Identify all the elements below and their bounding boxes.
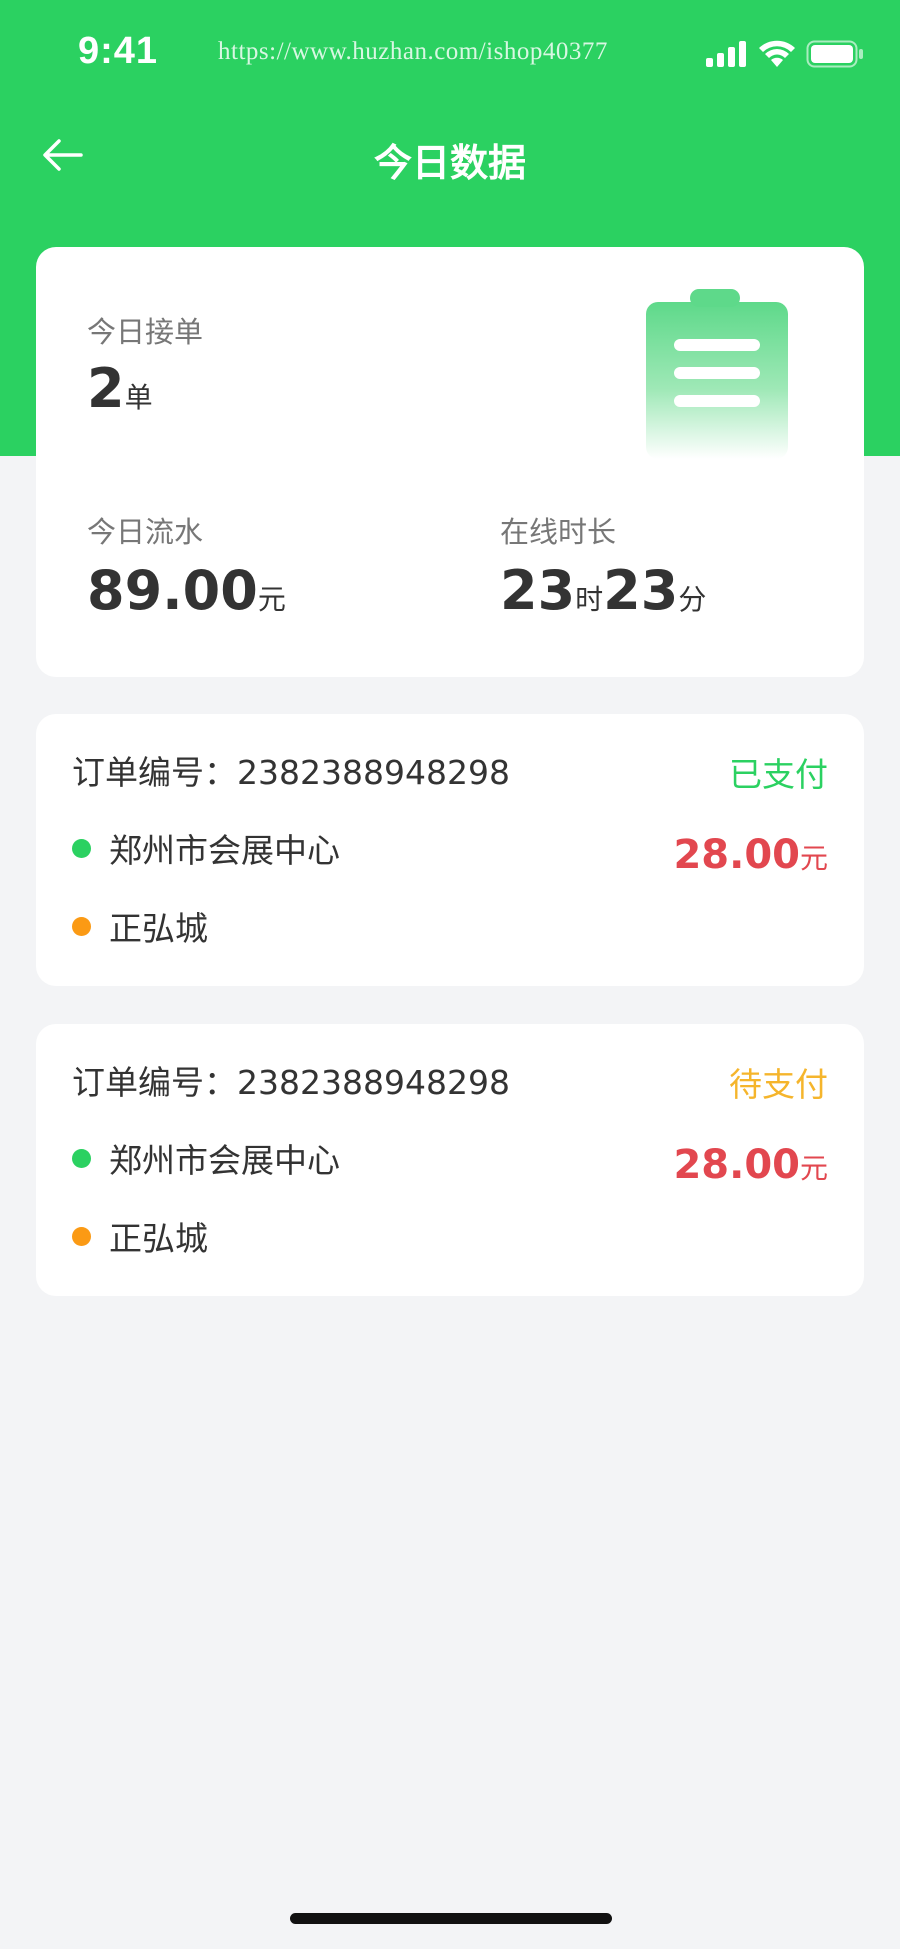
page-title: 今日数据: [373, 141, 526, 185]
order-to-address: 正弘城: [109, 1219, 208, 1258]
order-price: 28.00 元: [673, 1142, 828, 1188]
online-minutes-unit: 分: [678, 583, 707, 616]
orders-today-label: 今日接单: [87, 315, 204, 349]
to-dot-icon: [72, 916, 91, 936]
order-number-label: 订单编号：: [72, 753, 237, 792]
status-icons: [706, 38, 864, 70]
online-duration-label: 在线时长: [500, 515, 617, 549]
income-today-value: 89.00 元: [87, 559, 286, 622]
online-hours-unit: 时: [575, 583, 604, 616]
income-today-unit: 元: [257, 583, 286, 616]
home-indicator[interactable]: [290, 1913, 612, 1924]
order-status-badge: 已支付: [729, 755, 828, 794]
order-from-address: 郑州市会展中心: [109, 831, 340, 870]
order-card[interactable]: 订单编号：2382388948298 待支付 郑州市会展中心 正弘城 28.00…: [36, 1024, 864, 1296]
signal-icon: [706, 41, 746, 67]
order-to-address: 正弘城: [109, 909, 208, 948]
order-from-address: 郑州市会展中心: [109, 1141, 340, 1180]
status-time: 9:41: [78, 30, 159, 72]
online-hours: 23: [500, 559, 576, 622]
online-duration-value: 23 时 23 分: [500, 559, 706, 622]
order-price-amount: 28.00: [673, 1142, 800, 1188]
order-price-unit: 元: [799, 842, 828, 875]
from-dot-icon: [72, 838, 91, 858]
orders-today-unit: 单: [124, 381, 153, 414]
order-card[interactable]: 订单编号：2382388948298 已支付 郑州市会展中心 正弘城 28.00…: [36, 714, 864, 986]
orders-today-count: 2: [87, 357, 125, 420]
order-price-unit: 元: [799, 1152, 828, 1185]
order-from-row: 郑州市会展中心: [72, 824, 340, 872]
order-number-value: 2382388948298: [237, 753, 510, 792]
battery-icon: [806, 40, 863, 68]
order-price: 28.00 元: [673, 832, 828, 878]
order-to-row: 正弘城: [72, 902, 208, 950]
order-status-badge: 待支付: [729, 1065, 828, 1104]
to-dot-icon: [72, 1226, 91, 1246]
from-dot-icon: [72, 1148, 91, 1168]
status-url-watermark: https://www.huzhan.com/ishop40377: [218, 38, 608, 65]
order-price-amount: 28.00: [673, 832, 800, 878]
wifi-icon: [759, 40, 795, 67]
order-to-row: 正弘城: [72, 1212, 208, 1260]
income-today-label: 今日流水: [87, 515, 204, 549]
order-number-value: 2382388948298: [237, 1063, 510, 1102]
orders-today-value: 2 单: [87, 357, 153, 420]
order-from-row: 郑州市会展中心: [72, 1134, 340, 1182]
online-minutes: 23: [603, 559, 679, 622]
summary-card: 今日接单 2 单 今日流水 89.00 元 在线时长 23 时 23 分: [36, 247, 864, 677]
clipboard-icon: [646, 289, 788, 459]
income-today-amount: 89.00: [87, 559, 258, 622]
order-number: 订单编号：2382388948298: [72, 746, 510, 794]
order-number: 订单编号：2382388948298: [72, 1056, 510, 1104]
screen: 9:41 https://www.huzhan.com/ishop40377 今…: [0, 0, 900, 1949]
order-number-label: 订单编号：: [72, 1063, 237, 1102]
